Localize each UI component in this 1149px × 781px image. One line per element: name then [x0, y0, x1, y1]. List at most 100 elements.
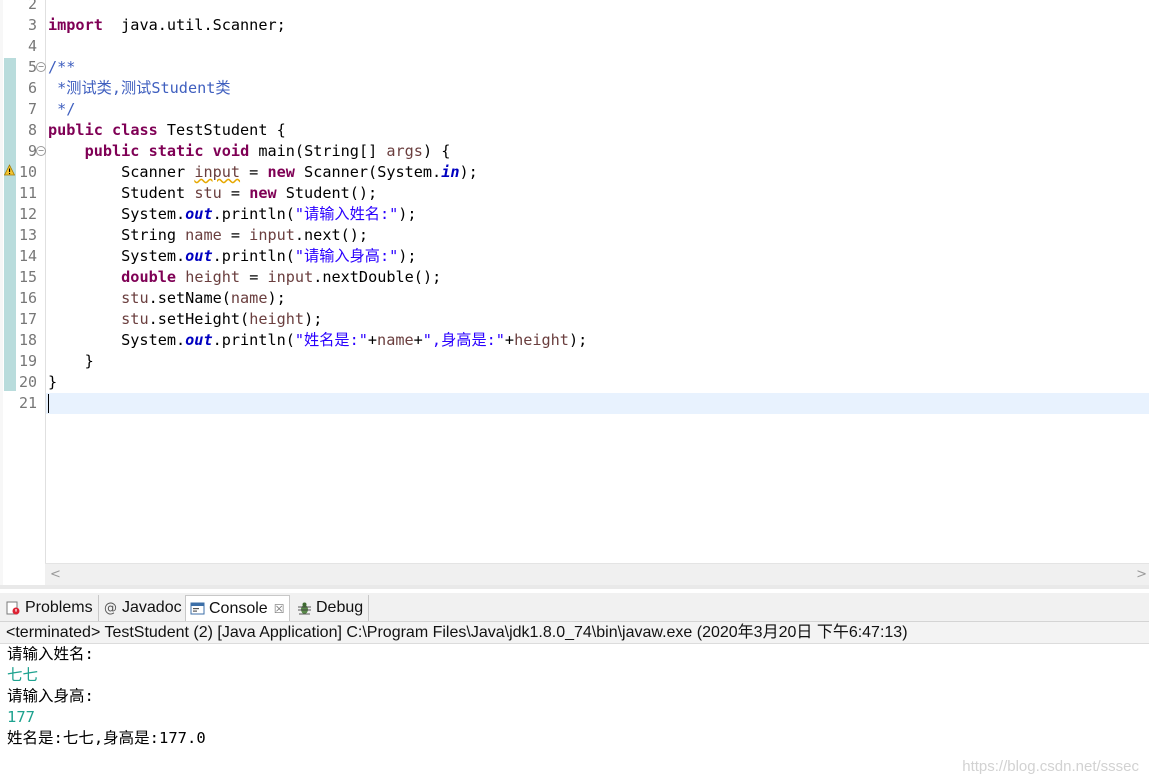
code-token: .next(); [294, 226, 369, 244]
views-tab-bar: Problems @ Javadoc Console ☒ Debug [0, 593, 1149, 622]
code-token: ); [398, 247, 417, 265]
code-line: System.out.println("请输入姓名:"); [48, 204, 416, 225]
code-token: stu [121, 289, 149, 307]
code-token: import [48, 16, 103, 34]
code-token: System. [48, 205, 186, 223]
line-number: 18 [18, 331, 37, 349]
code-token: .setName( [148, 289, 231, 307]
line-number: 17 [18, 310, 37, 328]
code-token: name [377, 331, 414, 349]
code-line: double height = input.nextDouble(); [48, 267, 441, 288]
code-token: public [84, 142, 140, 160]
code-token: "姓名是:" [294, 331, 368, 349]
line-number: 8 [27, 121, 37, 139]
code-line: } [48, 372, 57, 393]
scroll-left-icon[interactable]: < [50, 567, 61, 582]
code-line: stu.setName(name); [48, 288, 286, 309]
code-token: } [48, 373, 58, 391]
line-number: 10 [18, 163, 37, 181]
tab-debug[interactable]: Debug [293, 595, 370, 621]
code-token: String [48, 226, 186, 244]
line-number: 20 [18, 373, 37, 391]
code-line: import java.util.Scanner; [48, 15, 286, 36]
code-line: public static void main(String[] args) { [48, 141, 451, 162]
code-token: ",身高是:" [422, 331, 505, 349]
fold-collapse-icon[interactable]: − [36, 62, 46, 72]
code-token: height [185, 268, 241, 286]
code-token: new [249, 184, 277, 202]
tab-console[interactable]: Console ☒ [185, 595, 291, 621]
code-token: stu [121, 310, 149, 328]
console-description: <terminated> TestStudent (2) [Java Appli… [0, 622, 1149, 644]
code-token: name [185, 226, 222, 244]
code-token: ) { [422, 142, 451, 160]
code-token: name [230, 289, 268, 307]
problems-icon [6, 601, 21, 616]
code-token: ); [304, 310, 323, 328]
tab-problems[interactable]: Problems [2, 595, 99, 621]
code-token: height [249, 310, 305, 328]
code-editor[interactable]: import java.util.Scanner; /** *测试类,测试Stud… [0, 0, 1149, 586]
line-number: 13 [18, 226, 37, 244]
code-line: Scanner input = new Scanner(System.in); [48, 162, 478, 183]
tab-javadoc[interactable]: @ Javadoc [99, 595, 188, 621]
code-token: + [367, 331, 378, 349]
code-token: .setHeight( [148, 310, 250, 328]
scroll-right-icon[interactable]: > [1136, 567, 1147, 582]
code-line: /** [48, 57, 75, 78]
code-token: + [413, 331, 423, 349]
code-line: String name = input.next(); [48, 225, 368, 246]
code-token: TestStudent { [157, 121, 286, 139]
code-token: } [48, 352, 94, 370]
code-token: */ [48, 100, 76, 118]
current-line-highlight [46, 393, 1149, 414]
bug-icon [297, 601, 312, 616]
code-token: in [441, 163, 460, 181]
code-token: Student [48, 184, 195, 202]
code-token: void [212, 142, 250, 160]
line-number: 11 [18, 184, 37, 202]
code-token: "请输入姓名:" [294, 205, 399, 223]
code-token: args [386, 142, 423, 160]
line-number: 4 [27, 37, 37, 55]
code-token: = [240, 268, 268, 286]
line-number: 19 [18, 352, 37, 370]
line-number: 6 [27, 79, 37, 97]
code-token: = [240, 163, 268, 181]
horizontal-scrollbar[interactable]: < > [45, 563, 1149, 586]
code-token: Scanner [48, 163, 195, 181]
console-output-line: 姓名是:七七,身高是:177.0 [7, 729, 206, 747]
code-line: stu.setHeight(height); [48, 309, 322, 330]
fold-collapse-icon[interactable]: − [36, 146, 46, 156]
code-token: class [112, 121, 158, 139]
code-token: .println( [212, 331, 295, 349]
code-token: .println( [212, 205, 295, 223]
code-token: out [185, 331, 213, 349]
line-number: 9 [27, 142, 37, 160]
code-token: ); [568, 331, 588, 349]
code-token: *测试类,测试Student类 [48, 79, 231, 97]
line-number: 7 [27, 100, 37, 118]
code-token: = [221, 226, 250, 244]
console-output-line: 请输入身高: [7, 687, 94, 705]
tab-label: Debug [316, 599, 364, 616]
code-token: .nextDouble(); [313, 268, 442, 286]
close-icon[interactable]: ☒ [274, 602, 285, 616]
code-token: double [121, 268, 177, 286]
code-token: Student(); [276, 184, 378, 202]
code-token: = [221, 184, 250, 202]
code-token: /** [48, 58, 76, 76]
tab-label: Console [209, 599, 268, 617]
tab-label: Problems [25, 599, 93, 616]
line-number: 15 [18, 268, 37, 286]
code-line: public class TestStudent { [48, 120, 286, 141]
code-token: input [194, 163, 241, 181]
code-token: System. [48, 331, 186, 349]
tab-label: Javadoc [122, 599, 182, 616]
